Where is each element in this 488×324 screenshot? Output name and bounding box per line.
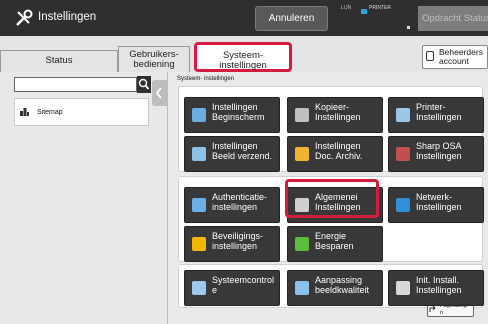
settings-button-label-line1: Printer- [416,102,446,112]
settings-button-13[interactable]: Aanpassing beeldkwaliteit [287,270,383,306]
network-icon [396,198,410,212]
settings-button-label-line2: Beginscherm [212,112,265,122]
tools-icon [16,9,33,26]
settings-button-label-line2: Beeld verzend. [212,151,273,161]
settings-button-label-line1: Sharp OSA [416,141,462,151]
settings-button-5[interactable]: Instellingen Doc. Archiv. [287,136,383,172]
settings-button-label-line2: Instellingen [416,285,462,295]
admin-line2: account [439,56,469,66]
page-top-line2: n [440,310,444,316]
settings-button-label-line1: Init. Install. [416,275,460,285]
collapse-sidebar-button[interactable] [152,80,168,106]
search-button[interactable] [137,76,151,93]
printer-icon [396,108,410,122]
sitemap-icon [20,108,29,116]
settings-button-label-line2: Instellingen [416,112,462,122]
system-control-icon [192,281,206,295]
copy-icon [295,108,309,122]
folder-icon [295,147,309,161]
printer-status-label: PRINTER [369,5,391,11]
settings-button-3[interactable]: Printer- Instellingen [388,97,484,133]
cancel-button[interactable]: Annuleren [255,6,328,31]
search-icon [138,78,150,90]
settings-button-label-line1: Netwerk- [416,192,453,202]
settings-button-label-line2: beeldkwaliteit [315,285,370,295]
search-input[interactable] [14,77,137,92]
sitemap-item[interactable]: Sitemap [14,98,149,126]
breadcrumb: Systeem- instellingen [177,76,235,82]
job-status-button[interactable]: Opdracht Status [418,6,488,31]
page-title: Instellingen [38,11,97,23]
settings-button-label-line1: Kopieer- [315,102,350,112]
users-icon [192,198,206,212]
settings-button-label-line2: Doc. Archiv. [315,151,363,161]
tab-user-control[interactable]: Gebruikers- bediening [118,46,190,72]
settings-button-7[interactable]: Authenticatie-instellingen [184,187,280,223]
home-icon [192,108,206,122]
top-bar: Instellingen [0,0,488,36]
tab-user-control-line2: bediening [133,59,175,70]
settings-button-1[interactable]: Instellingen Beginscherm [184,97,280,133]
highlight-frame [285,179,379,218]
settings-button-11[interactable]: Energie Besparen [287,226,383,262]
admin-icon [426,51,434,61]
settings-button-label-line2: Instellingen [416,151,462,161]
settings-button-4[interactable]: Instellingen Beeld verzend. [184,136,280,172]
settings-button-label-line1: Systeemcontrol [212,275,275,285]
settings-button-label-line1: Instellingen [212,102,258,112]
lock-icon [192,237,206,251]
tab-system-settings[interactable]: Systeem- instellingen [194,42,292,72]
image-quality-icon [295,281,309,295]
settings-button-label-line1: Instellingen [212,141,258,151]
settings-button-12[interactable]: Systeemcontrol e [184,270,280,306]
page-top-icon [429,306,436,312]
settings-button-label-line2: Besparen [315,241,354,251]
status-dot [407,26,410,29]
settings-button-label-line1: Aanpassing [315,275,363,285]
settings-button-10[interactable]: Beveiligings-instellingen [184,226,280,262]
tab-status[interactable]: Status [0,50,118,72]
settings-button-label-line1: Authenticatie- [212,192,268,202]
settings-button-9[interactable]: Netwerk- Instellingen [388,187,484,223]
settings-button-6[interactable]: Sharp OSA Instellingen [388,136,484,172]
leaf-icon [295,237,309,251]
init-install-icon [396,281,410,295]
chevron-left-icon [155,87,162,99]
settings-button-label-line2: instellingen [212,202,258,212]
settings-button-label-line1: Instellingen [315,141,361,151]
osa-icon [396,147,410,161]
settings-button-label-line1: Beveiligings- [212,231,264,241]
tab-system-line2: instellingen [219,60,267,71]
line-status-label: LIJN [341,5,352,11]
settings-button-label-line1: Energie [315,231,347,241]
settings-button-label-line2: instellingen [212,241,258,251]
settings-button-label-line2: e [212,285,218,295]
settings-button-label-line2: Instellingen [416,202,462,212]
settings-button-2[interactable]: Kopieer- Instellingen [287,97,383,133]
printer-status-indicator [361,9,367,14]
settings-button-14[interactable]: Init. Install. Instellingen [388,270,484,306]
settings-button-label-line2: Instellingen [315,112,361,122]
send-image-icon [192,147,206,161]
